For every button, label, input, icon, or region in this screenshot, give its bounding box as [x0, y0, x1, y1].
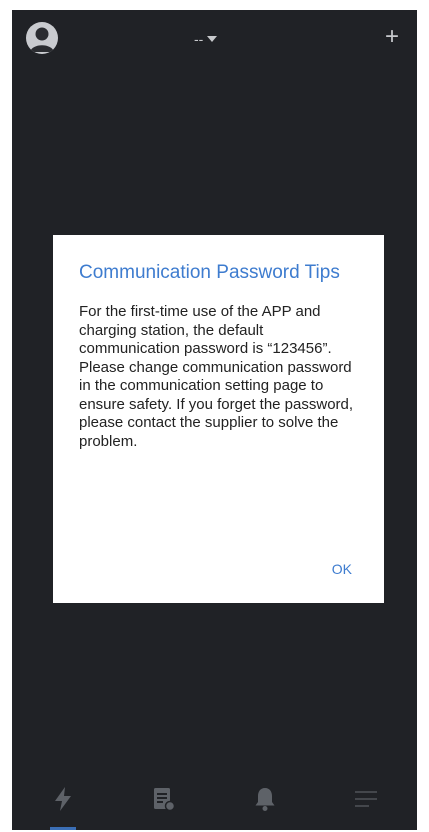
document-icon — [153, 788, 176, 812]
bottom-navigation — [12, 768, 417, 830]
dialog-title: Communication Password Tips — [79, 262, 340, 283]
password-tips-dialog: Communication Password Tips For the firs… — [53, 235, 384, 603]
app-screen: -- + Communication Password Tips For the… — [12, 10, 417, 830]
nav-item-notifications[interactable] — [235, 768, 295, 830]
nav-item-menu[interactable] — [336, 768, 396, 830]
ok-button[interactable]: OK — [330, 557, 354, 581]
dialog-overlay: Communication Password Tips For the firs… — [12, 10, 417, 770]
dialog-message: For the first-time use of the APP and ch… — [79, 303, 354, 450]
nav-item-charging[interactable] — [33, 768, 93, 830]
menu-icon — [355, 791, 378, 807]
nav-item-records[interactable] — [134, 768, 194, 830]
lightning-icon — [54, 787, 71, 811]
bell-icon — [255, 788, 275, 811]
